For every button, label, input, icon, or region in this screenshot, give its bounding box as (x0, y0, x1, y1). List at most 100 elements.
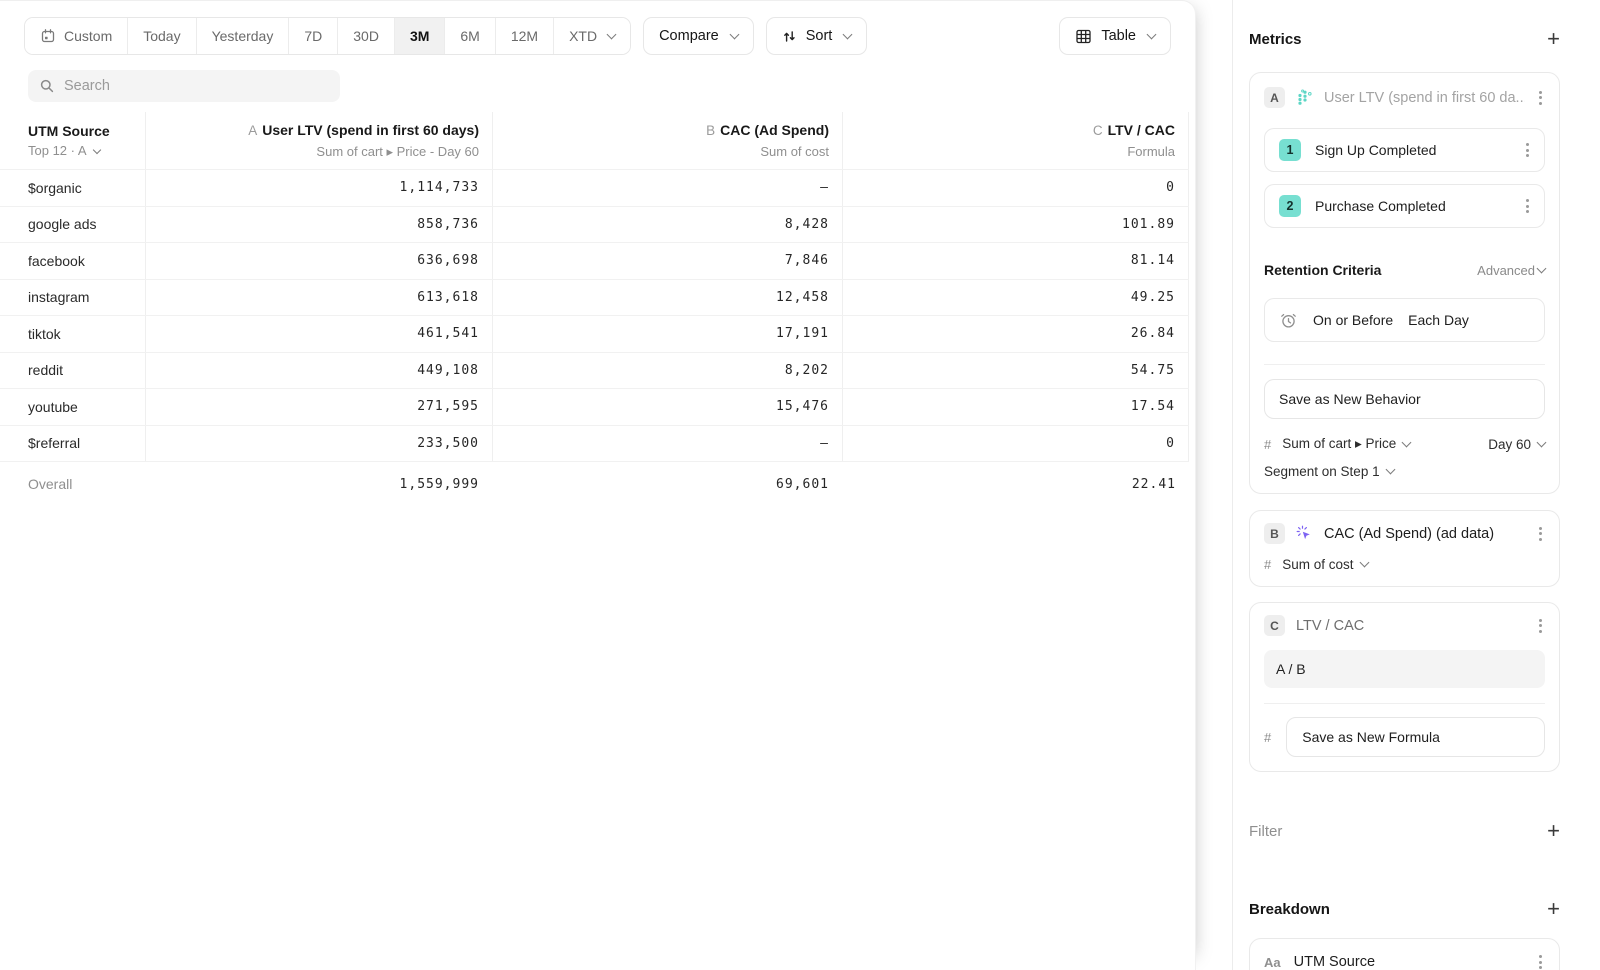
calendar-icon (40, 28, 56, 44)
property-dropdown[interactable]: Sum of cost (1282, 557, 1367, 572)
retention-criteria-header: Retention Criteria Advanced (1264, 262, 1545, 278)
step-1-badge: 1 (1279, 139, 1301, 161)
row-ratio-value: 49.25 (842, 280, 1189, 316)
metric-card-c: C LTV / CAC A / B # Save as New Formula (1249, 602, 1560, 772)
column-title: CAC (Ad Spend) (720, 122, 829, 138)
row-source: google ads (0, 207, 145, 243)
date-range-7d[interactable]: 7D (288, 18, 337, 54)
date-range-3m[interactable]: 3M (394, 18, 444, 54)
compare-button[interactable]: Compare (643, 17, 754, 55)
row-source: $referral (0, 426, 145, 462)
chevron-down-icon (92, 145, 100, 153)
overall-ratio-value: 22.41 (842, 462, 1189, 506)
row-cac-value: 12,458 (492, 280, 842, 316)
magic-cursor-icon (1296, 525, 1313, 542)
chevron-down-icon (1147, 29, 1157, 39)
column-header-ltv-cac[interactable]: CLTV / CAC Formula (842, 112, 1189, 169)
date-range-6m[interactable]: 6M (444, 18, 494, 54)
date-range-30d[interactable]: 30D (337, 18, 394, 54)
search-bar (28, 70, 340, 102)
kebab-menu-icon[interactable] (1536, 952, 1545, 970)
chevron-down-icon (1537, 263, 1547, 273)
row-cac-value: 8,202 (492, 353, 842, 389)
column-title: User LTV (spend in first 60 days) (262, 122, 479, 138)
top-12-dropdown[interactable]: Top 12 · A (28, 143, 100, 158)
save-as-new-formula-button[interactable]: Save as New Formula (1286, 717, 1545, 757)
row-ltv-value: 858,736 (145, 207, 492, 243)
row-ratio-value: 17.54 (842, 389, 1189, 425)
funnel-step-2[interactable]: 2 Purchase Completed (1264, 184, 1545, 228)
row-ltv-value: 271,595 (145, 389, 492, 425)
date-range-xtd[interactable]: XTD (553, 18, 630, 54)
series-letter: A (248, 123, 257, 138)
property-dropdown[interactable]: Sum of cart ▸ Price (1282, 436, 1410, 452)
metrics-section-header: Metrics + (1249, 28, 1560, 50)
row-cac-value: – (492, 426, 842, 462)
add-breakdown-button[interactable]: + (1547, 898, 1560, 920)
row-ratio-value: 26.84 (842, 316, 1189, 352)
breakdown-item-utm-source[interactable]: Aa UTM Source (1249, 938, 1560, 970)
retention-criteria-title: Retention Criteria (1264, 262, 1381, 278)
sort-button[interactable]: Sort (766, 17, 868, 55)
grid-icon (1075, 28, 1092, 45)
column-header-cac[interactable]: BCAC (Ad Spend) Sum of cost (492, 112, 842, 169)
series-letter: C (1093, 123, 1103, 138)
chevron-down-icon (1385, 465, 1395, 475)
row-cac-value: 17,191 (492, 316, 842, 352)
chevron-down-icon (1537, 437, 1547, 447)
chevron-down-icon (1402, 437, 1412, 447)
segment-on-step-dropdown[interactable]: Segment on Step 1 (1264, 464, 1545, 479)
formula-input[interactable]: A / B (1264, 650, 1545, 688)
date-range-yesterday[interactable]: Yesterday (196, 18, 289, 54)
day-window-dropdown[interactable]: Day 60 (1488, 437, 1545, 452)
date-range-custom[interactable]: Custom (25, 18, 127, 54)
series-letter: B (706, 123, 715, 138)
kebab-menu-icon[interactable] (1523, 140, 1532, 160)
behavioral-metric-icon (1296, 89, 1313, 106)
metric-a-title: User LTV (spend in first 60 da... (1324, 90, 1525, 106)
row-source: facebook (0, 243, 145, 279)
metric-c-title: LTV / CAC (1296, 618, 1525, 634)
row-cac-value: 8,428 (492, 207, 842, 243)
row-ratio-value: 101.89 (842, 207, 1189, 243)
row-ratio-value: 81.14 (842, 243, 1189, 279)
add-filter-button[interactable]: + (1547, 820, 1560, 842)
row-source: reddit (0, 353, 145, 389)
table-row: tiktok 461,541 17,191 26.84 (0, 316, 1189, 353)
funnel-step-1[interactable]: 1 Sign Up Completed (1264, 128, 1545, 172)
divider (1264, 703, 1545, 704)
retention-value: Each Day (1408, 312, 1469, 328)
save-as-new-behavior-button[interactable]: Save as New Behavior (1264, 379, 1545, 419)
row-ratio-value: 0 (842, 170, 1189, 206)
numeric-property-icon: # (1264, 730, 1271, 745)
breakdown-table: UTM Source Top 12 · A AUser LTV (spend i… (0, 112, 1189, 506)
series-b-badge: B (1264, 523, 1285, 544)
table-header-row: UTM Source Top 12 · A AUser LTV (spend i… (0, 112, 1189, 170)
advanced-dropdown[interactable]: Advanced (1477, 263, 1545, 278)
retention-window-control[interactable]: On or Before Each Day (1264, 298, 1545, 342)
breakdown-item-label: UTM Source (1294, 954, 1523, 970)
add-metric-button[interactable]: + (1547, 28, 1560, 50)
row-source: youtube (0, 389, 145, 425)
search-input[interactable] (64, 78, 329, 94)
row-ltv-value: 233,500 (145, 426, 492, 462)
date-range-12m[interactable]: 12M (495, 18, 553, 54)
column-subtitle: Formula (1127, 144, 1175, 159)
date-range-label: Custom (64, 28, 112, 44)
column-header-ltv[interactable]: AUser LTV (spend in first 60 days) Sum o… (145, 112, 492, 169)
kebab-menu-icon[interactable] (1536, 88, 1545, 108)
kebab-menu-icon[interactable] (1523, 196, 1532, 216)
date-range-today[interactable]: Today (127, 18, 195, 54)
table-view-button[interactable]: Table (1059, 17, 1171, 55)
row-ltv-value: 613,618 (145, 280, 492, 316)
table-row: reddit 449,108 8,202 54.75 (0, 353, 1189, 390)
table-row: youtube 271,595 15,476 17.54 (0, 389, 1189, 426)
table-overall-row: Overall 1,559,999 69,601 22.41 (0, 462, 1189, 506)
breakdown-title: Breakdown (1249, 901, 1330, 918)
row-ratio-value: 0 (842, 426, 1189, 462)
kebab-menu-icon[interactable] (1536, 524, 1545, 544)
overall-cac-value: 69,601 (492, 462, 842, 506)
search-icon (39, 78, 55, 94)
chevron-down-icon (729, 29, 739, 39)
kebab-menu-icon[interactable] (1536, 616, 1545, 636)
